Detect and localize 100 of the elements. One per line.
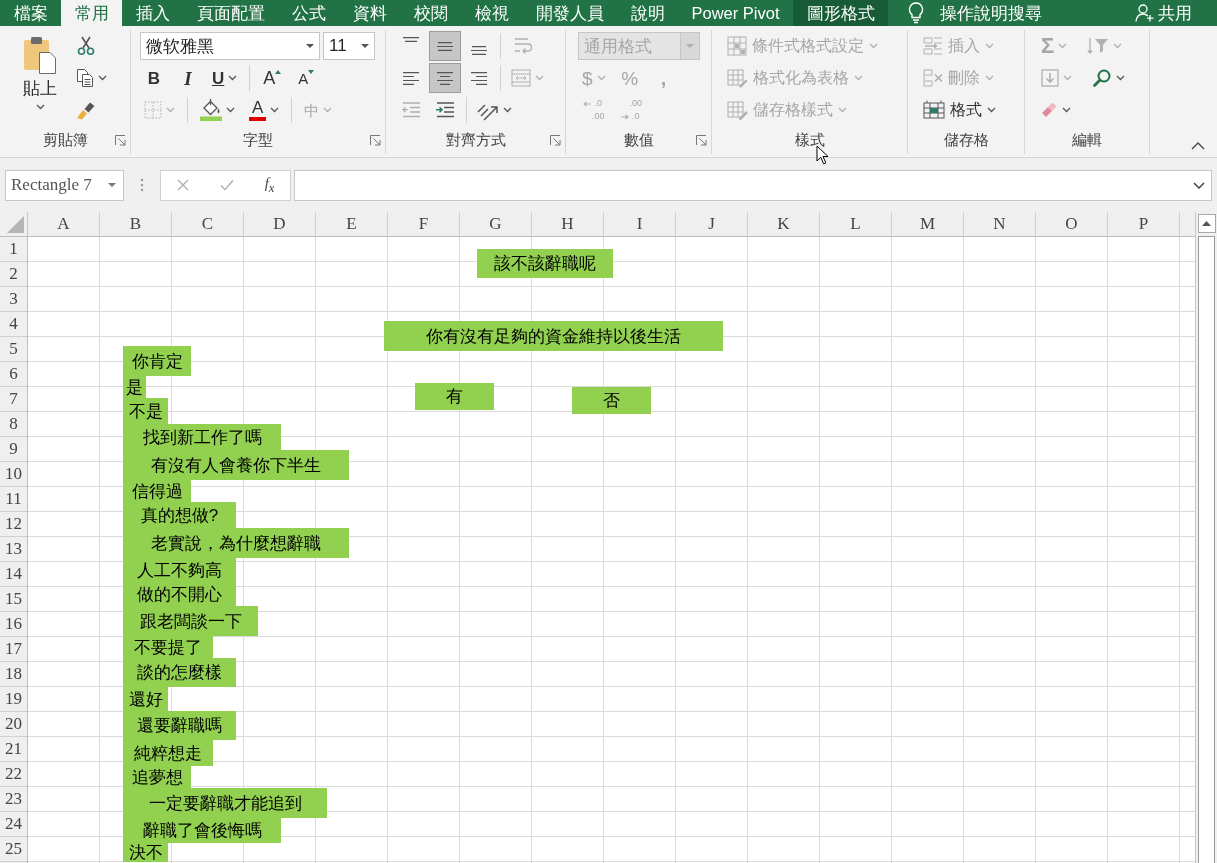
row-header[interactable]: 17 <box>0 637 27 662</box>
row-header[interactable]: 7 <box>0 387 27 412</box>
text-shape: 你有沒有足夠的資金維持以後生活 <box>384 321 723 351</box>
dialog-launcher-icon[interactable] <box>696 134 707 146</box>
clipboard-icon <box>23 36 57 74</box>
text-shape: 找到新工作了嗎 <box>123 424 281 450</box>
row-header[interactable]: 23 <box>0 787 27 812</box>
ribbon-tab[interactable]: 圖形格式 <box>793 0 889 26</box>
shrink-font-button[interactable]: A <box>292 64 321 92</box>
formula-field[interactable] <box>294 169 1212 201</box>
ribbon-tab[interactable]: 檢視 <box>461 0 522 26</box>
name-box[interactable]: Rectangle 7 <box>5 169 124 201</box>
row-header[interactable]: 13 <box>0 537 27 562</box>
row-header[interactable]: 9 <box>0 437 27 462</box>
row-header[interactable]: 18 <box>0 662 27 687</box>
font-name-dropdown[interactable]: 微软雅黑 <box>140 32 320 60</box>
row-header[interactable]: 25 <box>0 837 27 862</box>
italic-button[interactable]: I <box>174 64 202 92</box>
ribbon-tab[interactable]: 插入 <box>122 0 183 26</box>
row-header[interactable]: 1 <box>0 237 27 262</box>
insert-rows-icon <box>923 37 943 55</box>
text-shape: 你肯定 <box>123 346 191 376</box>
bold-button[interactable]: B <box>140 64 168 92</box>
column-header[interactable]: L <box>820 212 892 236</box>
row-header[interactable]: 10 <box>0 462 27 487</box>
font-color-button[interactable]: A <box>245 96 284 124</box>
format-cells-button[interactable]: 格式 <box>920 96 999 124</box>
wrap-text-icon <box>513 37 533 55</box>
row-header[interactable]: 11 <box>0 487 27 512</box>
ribbon-tab[interactable]: 頁面配置 <box>183 0 278 26</box>
scissors-icon <box>76 36 96 56</box>
row-header[interactable]: 14 <box>0 562 27 587</box>
ribbon-tab[interactable]: 常用 <box>61 0 122 26</box>
column-header[interactable]: E <box>316 212 388 236</box>
row-header[interactable]: 24 <box>0 812 27 837</box>
ribbon-tab[interactable]: 資料 <box>339 0 400 26</box>
scrollbar-thumb[interactable] <box>1198 236 1215 863</box>
text-shape: 有 <box>415 383 494 410</box>
column-header[interactable]: G <box>460 212 532 236</box>
column-header[interactable]: P <box>1108 212 1180 236</box>
paint-bucket-icon <box>200 99 222 121</box>
arrow-right-icon <box>620 113 629 120</box>
row-header[interactable]: 15 <box>0 587 27 612</box>
column-header[interactable]: M <box>892 212 964 236</box>
scroll-up-button[interactable] <box>1197 214 1216 233</box>
person-add-icon <box>1135 4 1154 22</box>
underline-button[interactable]: U <box>208 64 242 92</box>
triangle-up-icon <box>275 70 282 74</box>
text-shape: 老實說，為什麼想辭職 <box>123 528 349 558</box>
column-header[interactable]: B <box>100 212 172 236</box>
align-middle-button[interactable] <box>429 31 461 61</box>
column-header[interactable]: H <box>532 212 604 236</box>
text-shape: 真的想做? <box>123 502 236 528</box>
chevron-down-icon[interactable] <box>1193 181 1205 189</box>
group-label: 編輯 <box>1072 130 1102 150</box>
column-header[interactable]: F <box>388 212 460 236</box>
column-header[interactable]: I <box>604 212 676 236</box>
row-header[interactable]: 8 <box>0 412 27 437</box>
row-header[interactable]: 2 <box>0 262 27 287</box>
row-header[interactable]: 19 <box>0 687 27 712</box>
column-header[interactable]: K <box>748 212 820 236</box>
check-icon[interactable] <box>219 179 234 191</box>
ribbon-tab[interactable]: 校閱 <box>400 0 461 26</box>
share-button[interactable]: 共用 <box>1135 3 1192 23</box>
column-header[interactable]: O <box>1036 212 1108 236</box>
ribbon-tab[interactable]: Power Pivot <box>678 0 794 26</box>
fill-down-icon <box>1041 69 1059 87</box>
insert-function-button[interactable]: f$_{x}$ <box>264 174 275 196</box>
row-header[interactable]: 22 <box>0 762 27 787</box>
dialog-launcher-icon[interactable] <box>550 134 561 146</box>
ribbon-tab[interactable]: 說明 <box>617 0 678 26</box>
table-icon <box>727 67 748 89</box>
merge-cells-icon <box>511 69 531 87</box>
font-size-dropdown[interactable]: 11 <box>323 32 375 60</box>
row-header[interactable]: 6 <box>0 362 27 387</box>
dialog-launcher-icon[interactable] <box>370 134 381 146</box>
column-header[interactable]: C <box>172 212 244 236</box>
ribbon-tab[interactable]: 公式 <box>278 0 339 26</box>
grow-font-button[interactable]: A <box>258 64 287 92</box>
tell-me-search[interactable]: 操作說明搜尋 <box>908 2 1043 24</box>
row-header[interactable]: 4 <box>0 312 27 337</box>
paste-button[interactable]: 貼上 <box>14 30 66 122</box>
dialog-launcher-icon[interactable] <box>115 134 126 146</box>
row-header[interactable]: 5 <box>0 337 27 362</box>
row-header[interactable]: 20 <box>0 712 27 737</box>
text-shape: 決不 <box>123 843 168 862</box>
column-header[interactable]: N <box>964 212 1036 236</box>
row-header[interactable]: 16 <box>0 612 27 637</box>
ribbon-tab[interactable]: 開發人員 <box>522 0 617 26</box>
row-header[interactable]: 21 <box>0 737 27 762</box>
column-header[interactable]: J <box>676 212 748 236</box>
column-header[interactable]: D <box>244 212 316 236</box>
align-center-button[interactable] <box>429 63 461 93</box>
align-right-icon <box>471 71 487 85</box>
paintbrush-icon <box>76 100 96 120</box>
column-header[interactable]: A <box>28 212 100 236</box>
ribbon-tab[interactable]: 檔案 <box>0 0 61 26</box>
row-header[interactable]: 12 <box>0 512 27 537</box>
search-icon <box>1092 68 1112 88</box>
row-header[interactable]: 3 <box>0 287 27 312</box>
